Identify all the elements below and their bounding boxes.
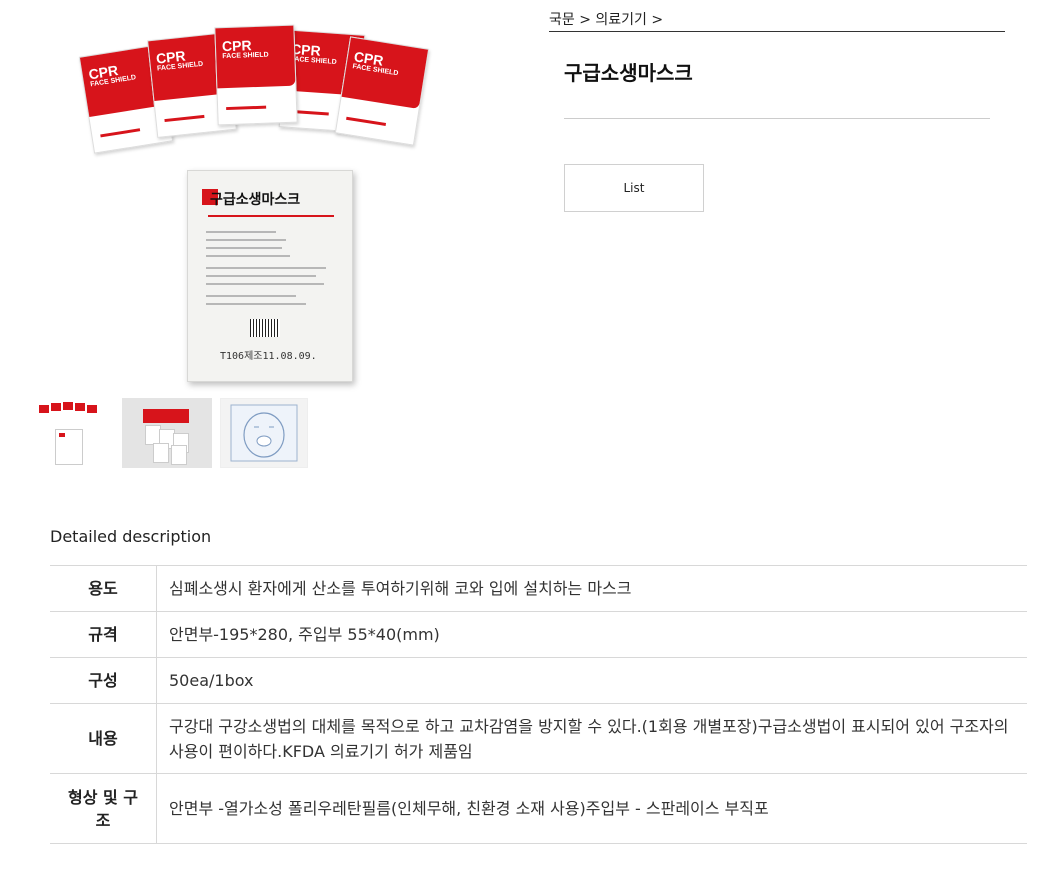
breadcrumb: 국문 > 의료기기 >: [549, 9, 1005, 32]
row-label: 내용: [50, 703, 157, 774]
cpr-packet: CPR FACE SHIELD: [214, 24, 298, 126]
breadcrumb-root[interactable]: 국문: [549, 12, 575, 28]
row-label: 형상 및 구조: [50, 773, 157, 844]
pouch-title: 구급소생마스크: [210, 192, 301, 208]
thumbnail-1[interactable]: [34, 398, 100, 468]
thumbnail-2[interactable]: [122, 398, 212, 468]
table-row: 내용 구강대 구강소생법의 대체를 목적으로 하고 교차감염을 방지할 수 있다…: [50, 703, 1027, 774]
divider: [564, 118, 990, 119]
thumbnail-3[interactable]: [220, 398, 308, 468]
breadcrumb-separator: >: [579, 12, 591, 28]
row-value: 구강대 구강소생법의 대체를 목적으로 하고 교차감염을 방지할 수 있다.(1…: [156, 703, 1027, 774]
barcode: [250, 319, 280, 337]
packet-subtitle: FACE SHIELD: [222, 51, 269, 61]
row-value: 심폐소생시 환자에게 산소를 투여하기위해 코와 입에 설치하는 마스크: [156, 565, 1027, 612]
row-label: 규격: [50, 611, 157, 658]
table-row: 형상 및 구조 안면부 -열가소성 폴리우레탄필름(인체무해, 친환경 소재 사…: [50, 773, 1027, 844]
cpr-packets-photo: CPR FACE SHIELD CPR FACE SHIELD CPR FACE SH…: [76, 20, 436, 160]
row-value: 50ea/1box: [156, 657, 1027, 704]
row-value: 안면부 -열가소성 폴리우레탄필름(인체무해, 친환경 소재 사용)주입부 - …: [156, 773, 1027, 844]
breadcrumb-category[interactable]: 의료기기: [595, 12, 647, 28]
list-button[interactable]: List: [564, 164, 704, 212]
row-label: 용도: [50, 565, 157, 612]
description-heading: Detailed description: [50, 527, 212, 546]
spec-table: 용도 심폐소생시 환자에게 산소를 투여하기위해 코와 입에 설치하는 마스크 …: [50, 565, 1027, 844]
breadcrumb-separator: >: [651, 12, 664, 28]
table-row: 용도 심폐소생시 환자에게 산소를 투여하기위해 코와 입에 설치하는 마스크: [50, 565, 1027, 612]
table-row: 규격 안면부-195*280, 주입부 55*40(mm): [50, 611, 1027, 658]
table-row: 구성 50ea/1box: [50, 657, 1027, 704]
product-title: 구급소생마스크: [564, 61, 693, 85]
pouch-code: T106제조11.08.09.: [220, 351, 317, 362]
face-shield-diagram: [230, 404, 298, 462]
cpr-packet: CPR FACE SHIELD: [334, 36, 430, 146]
mask-pouch-photo: 구급소생마스크 T106제조11.08.09.: [187, 170, 353, 382]
row-value: 안면부-195*280, 주입부 55*40(mm): [156, 611, 1027, 658]
row-label: 구성: [50, 657, 157, 704]
product-main-image: CPR FACE SHIELD CPR FACE SHIELD CPR FACE SH…: [76, 20, 436, 385]
